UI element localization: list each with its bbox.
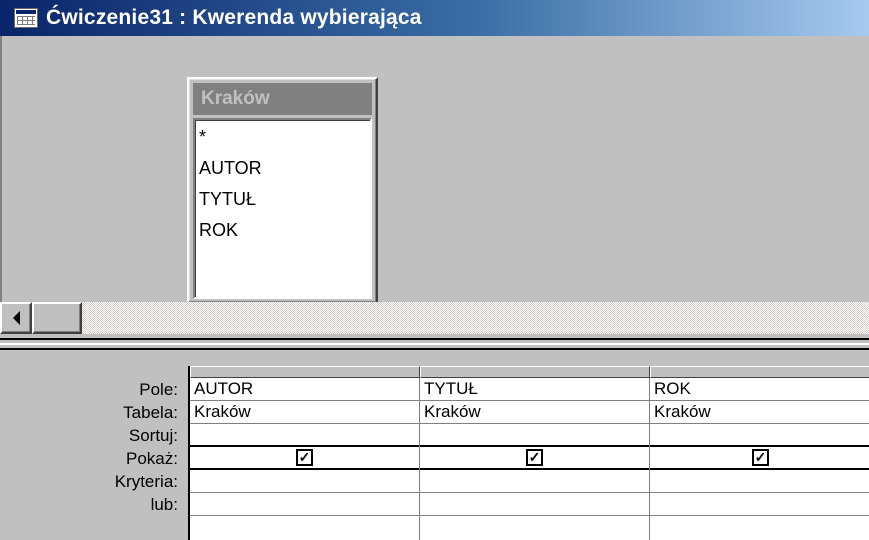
sortuj-cell[interactable] [650, 424, 869, 447]
scroll-thumb[interactable] [32, 302, 82, 334]
title-bar[interactable]: Ćwiczenie31 : Kwerenda wybierająca [0, 0, 869, 36]
arrow-left-icon [12, 311, 20, 325]
pole-cell[interactable]: TYTUŁ [420, 378, 649, 401]
field-list-window[interactable]: Kraków * AUTOR TYTUŁ ROK [187, 77, 378, 304]
show-checkbox[interactable]: ✓ [296, 449, 313, 466]
row-label-pokaz: Pokaż: [126, 449, 178, 468]
tabela-cell[interactable]: Kraków [420, 401, 649, 424]
pole-cell[interactable]: ROK [650, 378, 869, 401]
window-title: Ćwiczenie31 : Kwerenda wybierająca [46, 6, 422, 29]
row-labels: Pole: Tabela: Sortuj: Pokaż: Kryteria: l… [0, 378, 184, 516]
show-checkbox[interactable]: ✓ [526, 449, 543, 466]
row-label-pole: Pole: [139, 380, 178, 399]
kryteria-cell[interactable] [650, 470, 869, 493]
kryteria-cell[interactable] [190, 470, 419, 493]
kryteria-cell[interactable] [420, 470, 649, 493]
row-label-tabela: Tabela: [123, 403, 178, 422]
pokaz-cell: ✓ [190, 447, 419, 470]
design-grid-pane[interactable]: Pole: Tabela: Sortuj: Pokaż: Kryteria: l… [0, 350, 869, 540]
pokaz-cell: ✓ [420, 447, 649, 470]
query-window-icon[interactable] [14, 8, 38, 28]
row-label-kryteria: Kryteria: [114, 472, 178, 491]
field-list[interactable]: * AUTOR TYTUŁ ROK [193, 118, 372, 299]
table-pane[interactable]: Kraków * AUTOR TYTUŁ ROK [0, 36, 869, 311]
field-item-tytul[interactable]: TYTUŁ [199, 184, 370, 215]
lub-cell[interactable] [650, 493, 869, 516]
scroll-left-button[interactable] [0, 302, 32, 334]
column-selector-2[interactable] [420, 366, 650, 378]
grid-column: TYTUŁ Kraków ✓ [420, 378, 650, 540]
field-item-all[interactable]: * [199, 122, 370, 153]
horizontal-scrollbar[interactable] [0, 302, 869, 334]
sortuj-cell[interactable] [190, 424, 419, 447]
tabela-cell[interactable]: Kraków [650, 401, 869, 424]
column-selector-3[interactable] [650, 366, 869, 378]
column-selector-1[interactable] [190, 366, 420, 378]
field-list-title[interactable]: Kraków [193, 83, 372, 115]
lub-cell[interactable] [420, 493, 649, 516]
show-checkbox[interactable]: ✓ [752, 449, 769, 466]
column-selectors [190, 366, 869, 378]
grid-column: ROK Kraków ✓ [650, 378, 869, 540]
pokaz-cell: ✓ [650, 447, 869, 470]
row-label-lub: lub: [150, 495, 178, 514]
field-item-rok[interactable]: ROK [199, 215, 370, 246]
pole-cell[interactable]: AUTOR [190, 378, 419, 401]
tabela-cell[interactable]: Kraków [190, 401, 419, 424]
field-item-autor[interactable]: AUTOR [199, 153, 370, 184]
lub-cell[interactable] [190, 493, 419, 516]
grid-column: AUTOR Kraków ✓ [190, 378, 420, 540]
pane-splitter[interactable] [0, 338, 869, 350]
sortuj-cell[interactable] [420, 424, 649, 447]
design-grid[interactable]: AUTOR Kraków ✓ TYTUŁ Kraków ✓ ROK Kraków [188, 366, 869, 540]
row-label-sortuj: Sortuj: [128, 426, 178, 445]
